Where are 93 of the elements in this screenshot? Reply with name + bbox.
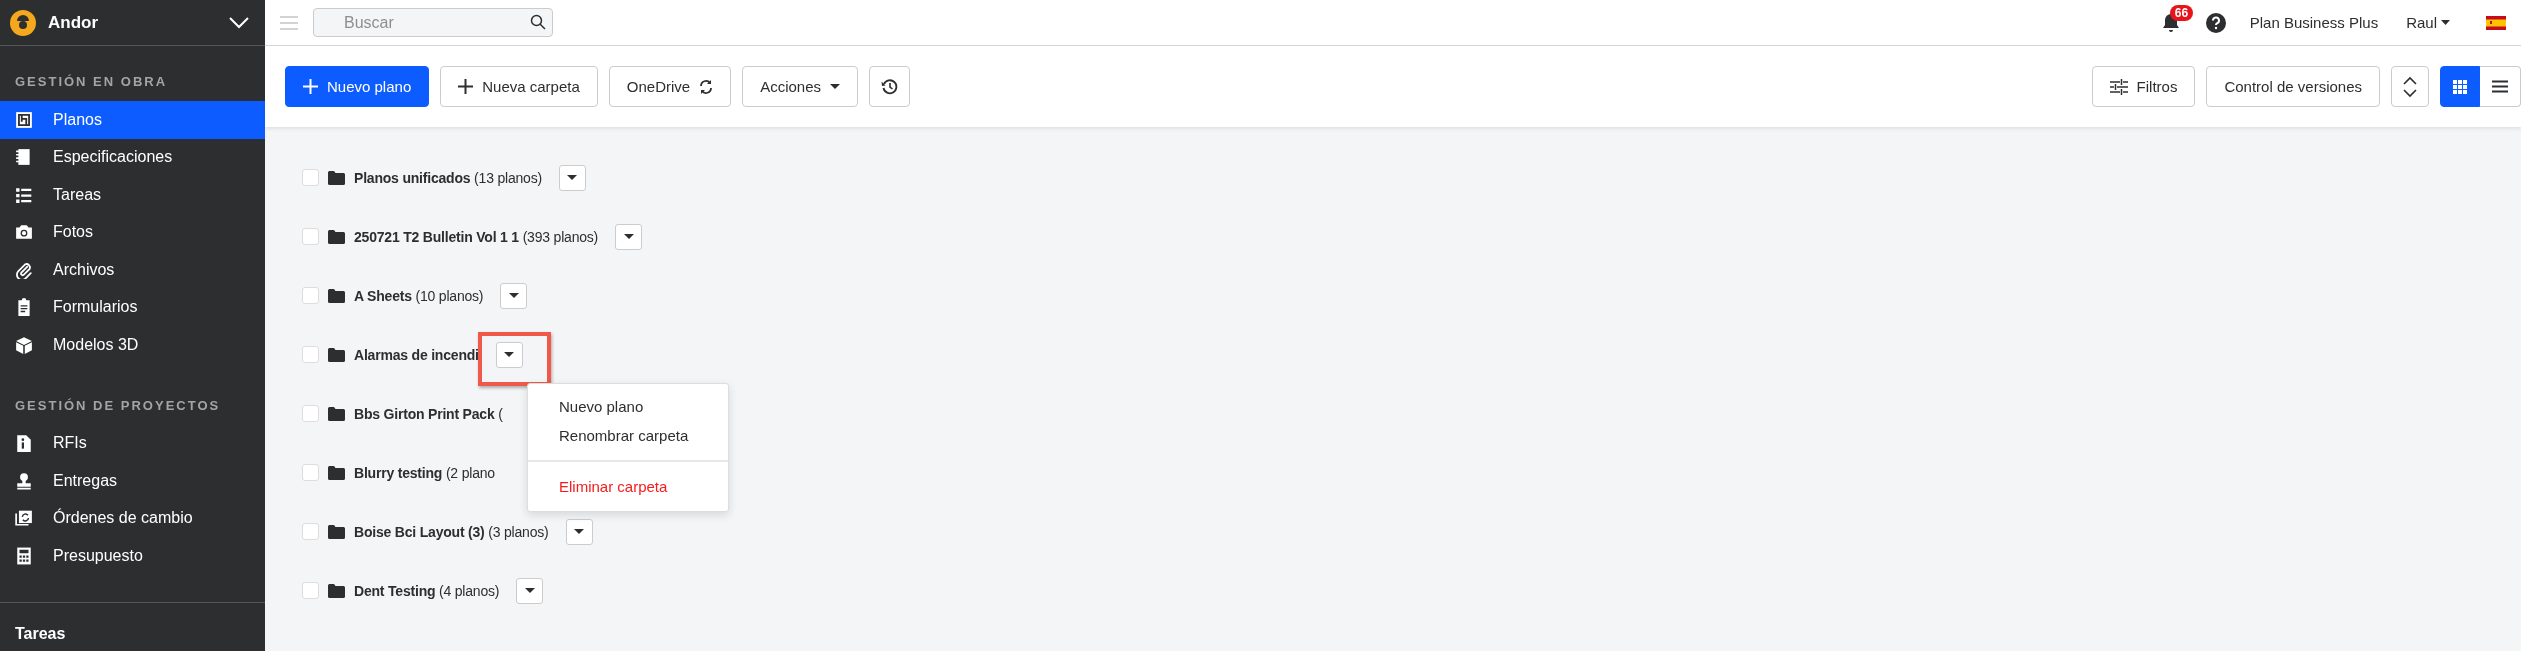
plus-icon	[303, 79, 318, 94]
sidebar-item[interactable]: RFIs	[0, 424, 265, 462]
sidebar-item[interactable]: Especificaciones	[0, 138, 265, 176]
folder-icon	[328, 347, 345, 362]
sidebar-item[interactable]: Modelos 3D	[0, 326, 265, 364]
folder-icon	[328, 583, 345, 598]
grid-icon	[2453, 79, 2467, 94]
paperclip-icon	[15, 260, 33, 279]
checkbox[interactable]	[302, 346, 319, 363]
folder-name[interactable]: Bbs Girton Print Pack (	[354, 405, 503, 422]
sidebar-item[interactable]: Entregas	[0, 462, 265, 500]
help-icon[interactable]	[2205, 12, 2226, 33]
sync-button[interactable]: OneDrive	[608, 66, 732, 107]
avatar-icon	[10, 9, 36, 36]
history-icon	[881, 78, 899, 95]
version-control-button[interactable]: Control de versiones	[2206, 66, 2380, 107]
checkbox[interactable]	[302, 405, 319, 422]
chevron-down-icon[interactable]	[228, 15, 250, 30]
section-heading: GESTIÓN EN OBRA	[14, 73, 169, 91]
caret-icon	[830, 84, 841, 89]
list-icon	[15, 185, 33, 204]
notebook-icon	[15, 148, 33, 167]
calculator-icon	[15, 546, 33, 565]
folder-name[interactable]: Boise Bci Layout (3) (3 planos)	[354, 523, 549, 540]
folder-name[interactable]: Planos unificados (13 planos)	[354, 169, 542, 186]
folder-icon	[328, 465, 345, 480]
blueprint-icon	[15, 110, 33, 129]
folder-menu-button[interactable]	[615, 223, 643, 250]
sort-button[interactable]	[2391, 66, 2429, 107]
caret-icon	[2441, 20, 2450, 25]
checkbox[interactable]	[302, 287, 319, 304]
folder-menu-button[interactable]	[495, 341, 523, 368]
user-menu[interactable]: Raul	[2406, 14, 2450, 31]
clipboard-icon	[15, 298, 33, 317]
checkbox[interactable]	[302, 523, 319, 540]
plus-icon	[458, 79, 474, 94]
sync-icon	[699, 78, 714, 95]
new-plan-button[interactable]: Nuevo plano	[285, 66, 430, 107]
stamp-icon	[15, 471, 33, 490]
caret-icon	[524, 588, 535, 593]
new-folder-button[interactable]: Nueva carpeta	[440, 66, 598, 107]
folder-name[interactable]: A Sheets (10 planos)	[354, 287, 484, 304]
list-icon	[2492, 80, 2508, 93]
sidebar-item[interactable]: Formularios	[0, 288, 265, 326]
caret-icon	[567, 175, 578, 180]
folder-name[interactable]: Alarmas de incendi	[354, 346, 479, 363]
sort-icon	[2403, 75, 2417, 98]
checkbox[interactable]	[302, 464, 319, 481]
folder-icon	[328, 229, 345, 244]
folder-icon	[328, 406, 345, 421]
camera-icon	[15, 223, 33, 242]
caret-icon	[508, 293, 519, 298]
caret-icon	[574, 529, 585, 534]
folder-icon	[328, 170, 345, 185]
folder-icon	[328, 288, 345, 303]
grid-view-button[interactable]	[2440, 66, 2480, 107]
sidebar-item[interactable]: Archivos	[0, 251, 265, 289]
sliders-icon	[2109, 78, 2128, 95]
history-button[interactable]	[869, 66, 911, 107]
folder-menu-button[interactable]	[500, 282, 528, 309]
info-document-icon	[15, 434, 33, 453]
folder-menu-button[interactable]	[565, 518, 593, 545]
actions-button[interactable]: Acciones	[742, 66, 859, 107]
search-icon[interactable]	[530, 14, 546, 30]
menu-item[interactable]: Nuevo plano	[528, 392, 728, 421]
checkbox[interactable]	[302, 169, 319, 186]
section-heading: GESTIÓN DE PROYECTOS	[14, 396, 222, 415]
notification-badge: 66	[2169, 4, 2194, 21]
flag-icon[interactable]	[2486, 15, 2506, 30]
sidebar-item[interactable]: Fotos	[0, 213, 265, 251]
folder-name[interactable]: Dent Testing (4 planos)	[354, 582, 500, 599]
refresh-document-icon	[15, 509, 33, 528]
checkbox[interactable]	[302, 582, 319, 599]
caret-icon	[504, 352, 515, 357]
folder-menu-button[interactable]	[516, 577, 544, 604]
caret-icon	[623, 234, 634, 239]
cube-icon	[15, 335, 33, 354]
project-name: Andor	[48, 12, 100, 33]
sidebar-item[interactable]: Presupuesto	[0, 537, 265, 575]
folder-name[interactable]: 250721 T2 Bulletin Vol 1 1 (393 planos)	[354, 228, 599, 245]
menu-item[interactable]: Eliminar carpeta	[528, 472, 728, 501]
folder-icon	[328, 524, 345, 539]
plan-name[interactable]: Plan Business Plus	[2249, 14, 2379, 31]
sidebar-item[interactable]: Planos	[0, 101, 265, 139]
search-field[interactable]: Buscar	[313, 8, 553, 37]
sidebar-item[interactable]: Órdenes de cambio	[0, 499, 265, 537]
list-view-button[interactable]	[2480, 66, 2521, 107]
checkbox[interactable]	[302, 228, 319, 245]
sidebar-item[interactable]: Tareas	[0, 176, 265, 214]
folder-name[interactable]: Blurry testing (2 plano	[354, 464, 495, 481]
menu-item[interactable]: Renombrar carpeta	[528, 421, 728, 450]
filter-button[interactable]: Filtros	[2091, 66, 2196, 107]
folder-menu-button[interactable]	[558, 164, 586, 191]
